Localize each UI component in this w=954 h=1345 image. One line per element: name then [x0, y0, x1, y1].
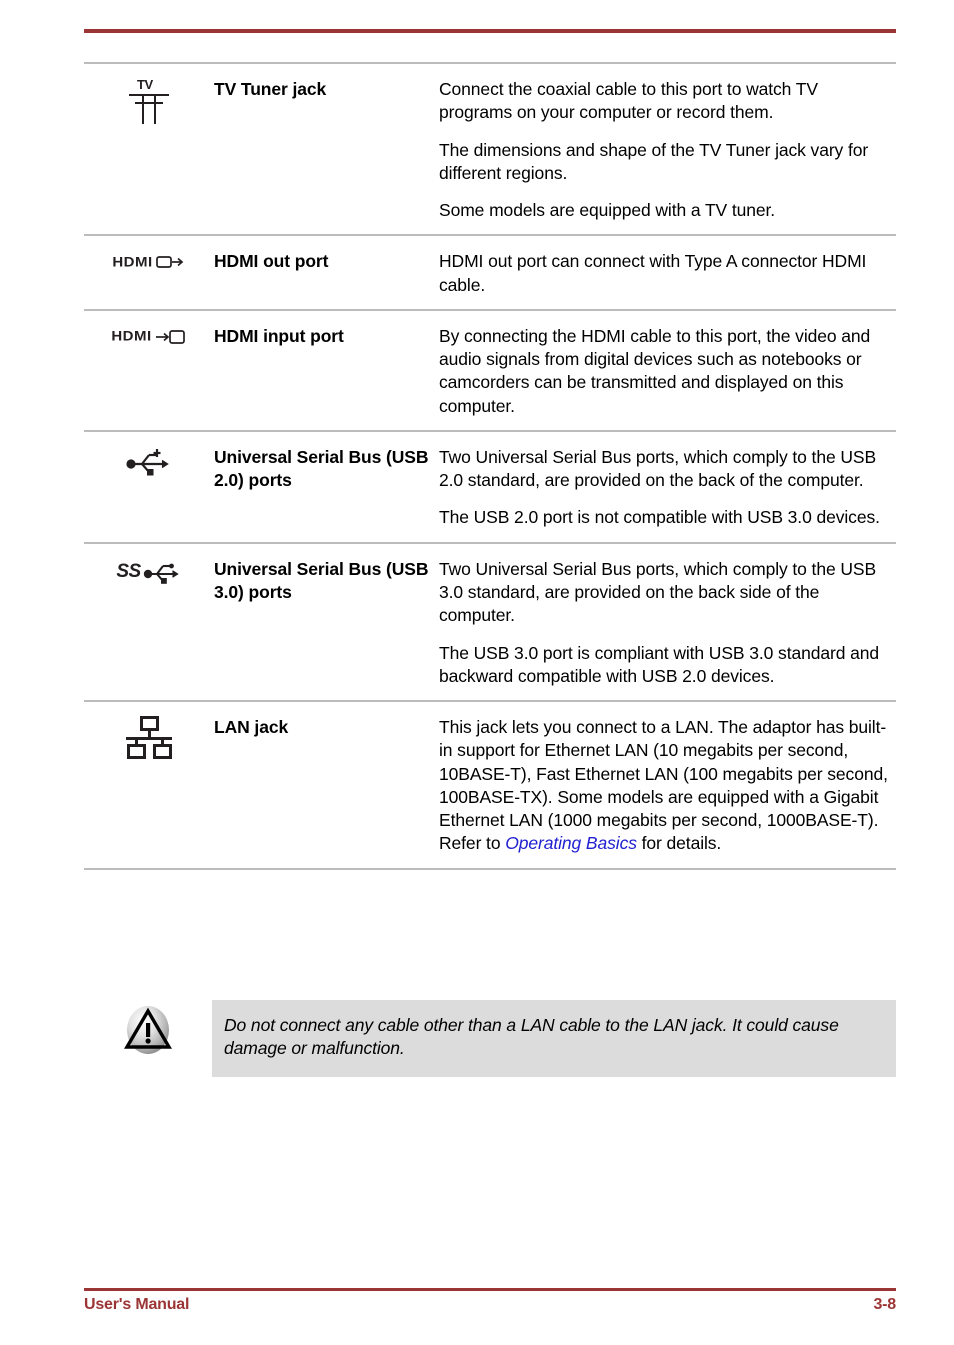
usb-superspeed-icon: SS: [116, 558, 181, 586]
usb-trident-icon: [126, 446, 172, 478]
caution-text: Do not connect any cable other than a LA…: [212, 1000, 896, 1077]
port-description: Connect the coaxial cable to this port t…: [439, 64, 896, 234]
table-row: TV TV Tuner jack Connect the coaxial cab…: [84, 62, 896, 234]
table-row: LAN jack This jack lets you connect to a…: [84, 700, 896, 870]
description-text-tail: for details.: [636, 833, 722, 854]
port-description: Two Universal Serial Bus ports, which co…: [439, 432, 896, 542]
port-specification-table: TV TV Tuner jack Connect the coaxial cab…: [84, 62, 896, 870]
usb-trident-glyph: [126, 448, 169, 476]
tv-icon-bar-top: [129, 94, 169, 96]
description-paragraph: This jack lets you connect to a LAN. The…: [439, 716, 890, 856]
port-name: TV Tuner jack: [214, 79, 327, 99]
tv-icon-label: TV: [137, 77, 153, 92]
footer-rule: [84, 1288, 896, 1291]
operating-basics-link[interactable]: Operating Basics: [505, 833, 637, 853]
port-description: This jack lets you connect to a LAN. The…: [439, 702, 896, 868]
lan-icon-node-left: [127, 744, 146, 760]
header-rule: [84, 29, 896, 33]
description-paragraph: Some models are equipped with a TV tuner…: [439, 200, 776, 221]
hdmi-icon-label: HDMI: [111, 329, 152, 345]
hdmi-out-arrow-glyph: [155, 256, 183, 269]
description-paragraph: The dimensions and shape of the TV Tuner…: [439, 139, 869, 183]
row-icon-cell: [84, 702, 214, 770]
hdmi-icon-label: HDMI: [112, 254, 153, 271]
description-paragraph: Connect the coaxial cable to this port t…: [439, 79, 818, 123]
row-icon-cell: HDMI: [84, 236, 214, 284]
tv-antenna-icon: TV: [121, 78, 177, 126]
port-name: LAN jack: [214, 717, 289, 738]
port-name: Universal Serial Bus (USB 3.0) ports: [214, 558, 429, 602]
hdmi-out-icon: HDMI: [112, 250, 185, 274]
lan-icon-node-right: [153, 744, 172, 760]
manual-page: TV TV Tuner jack Connect the coaxial cab…: [0, 0, 954, 1345]
port-description: HDMI out port can connect with Type A co…: [439, 236, 896, 309]
row-icon-cell: SS: [84, 544, 214, 596]
row-icon-cell: TV: [84, 64, 214, 136]
description-paragraph: Two Universal Serial Bus ports, which co…: [439, 446, 877, 491]
usb-ss-label: SS: [116, 561, 141, 583]
lan-icon-node-top: [140, 716, 159, 732]
usb-superspeed-trident-glyph: [143, 563, 179, 584]
port-description: By connecting the HDMI cable to this por…: [439, 311, 896, 430]
table-row: SS Universal Serial Bus (USB 3.0) ports: [84, 541, 896, 700]
description-paragraph: The USB 3.0 port is compliant with USB 3…: [439, 642, 880, 686]
hdmi-input-icon: HDMI: [111, 325, 186, 349]
table-row: HDMI HDMI out port HDMI out port can con…: [84, 234, 896, 309]
caution-block: Do not connect any cable other than a LA…: [84, 1000, 896, 1077]
description-paragraph: Two Universal Serial Bus ports, which co…: [439, 558, 877, 626]
description-paragraph: HDMI out port can connect with Type A co…: [439, 251, 867, 295]
port-name: HDMI input port: [214, 325, 344, 346]
tv-icon-stem-left: [142, 94, 144, 124]
table-row: Universal Serial Bus (USB 2.0) ports Two…: [84, 429, 896, 542]
port-name: HDMI out port: [214, 251, 329, 272]
tv-icon-stem-right: [154, 94, 156, 124]
footer-page-number: 3-8: [873, 1296, 896, 1313]
tv-icon-bar-mid: [135, 102, 163, 104]
hdmi-input-arrow-glyph: [155, 330, 185, 344]
table-row: HDMI HDMI input port By connecting the H…: [84, 308, 896, 430]
description-paragraph: By connecting the HDMI cable to this por…: [439, 325, 871, 416]
lan-network-icon: [125, 716, 173, 760]
row-icon-cell: [84, 432, 214, 488]
port-name: Universal Serial Bus (USB 2.0) ports: [214, 446, 429, 491]
row-icon-cell: HDMI: [84, 311, 214, 359]
description-paragraph: The USB 2.0 port is not compatible with …: [439, 507, 880, 528]
caution-icon-cell: [84, 1000, 212, 1056]
lan-icon-bus: [126, 737, 172, 741]
warning-triangle-icon: [124, 1006, 172, 1054]
port-description: Two Universal Serial Bus ports, which co…: [439, 544, 896, 700]
